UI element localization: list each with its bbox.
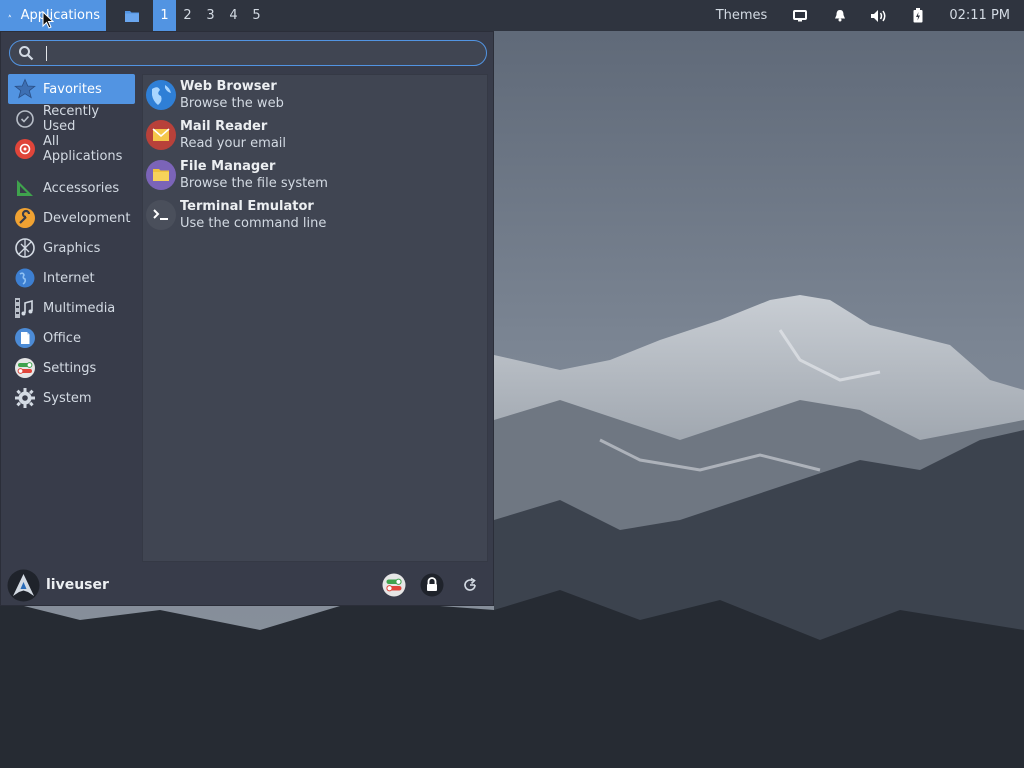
menu-footer: liveuser [1,564,493,606]
app-name: Web Browser [180,79,277,94]
favorites-star-icon [14,78,36,100]
terminal-icon [146,200,176,230]
category-office[interactable]: Office [8,323,135,353]
search-icon [19,46,34,61]
logout-button[interactable] [457,572,483,598]
file-manager-icon [146,160,176,190]
applications-menu: Favorites Recently Used All Applications [0,31,494,606]
app-description: Use the command line [180,216,327,231]
category-label: Recently Used [42,104,100,134]
category-label: Accessories [43,180,120,196]
graphics-icon [14,237,36,259]
battery-charging-icon [913,8,923,23]
workspace-5[interactable]: 5 [245,0,268,31]
session-actions [369,572,483,598]
category-label: Settings [43,360,97,376]
volume-tray-button[interactable] [861,0,897,31]
app-name: File Manager [180,159,276,174]
app-name: Terminal Emulator [180,199,314,214]
category-internet[interactable]: Internet [8,263,135,293]
category-all-applications[interactable]: All Applications [8,134,135,164]
app-description: Read your email [180,136,287,151]
system-gear-icon [14,387,36,409]
settings-manager-button[interactable] [381,572,407,598]
accessories-icon [14,177,36,199]
search-box[interactable] [9,40,487,66]
app-description: Browse the web [180,96,284,111]
category-settings[interactable]: Settings [8,353,135,383]
lock-screen-button[interactable] [419,572,445,598]
multimedia-icon [14,297,36,319]
display-icon [793,9,808,21]
recent-clock-icon [14,108,36,130]
workspace-1[interactable]: 1 [153,0,176,31]
workspace-3[interactable]: 3 [199,0,222,31]
category-label: All Applications [43,134,123,164]
themes-button[interactable]: Themes [702,0,782,31]
category-accessories[interactable]: Accessories [8,173,135,203]
mouse-pointer [42,11,54,29]
web-browser-icon [146,80,176,110]
refresh-logout-icon [464,577,476,591]
user-avatar[interactable] [7,569,40,602]
workspace-2[interactable]: 2 [176,0,199,31]
settings-icon [14,357,36,379]
text-cursor [46,46,47,61]
app-web-browser[interactable]: Web Browser Browse the web [143,75,487,115]
lock-icon [420,573,444,597]
category-recently-used[interactable]: Recently Used [8,104,135,134]
all-apps-icon [14,138,36,160]
battery-tray-button[interactable] [897,0,939,31]
desktop: Applications 1 2 3 4 5 Themes 02:11 PM F… [0,0,1024,768]
application-list: Web Browser Browse the web Mail Reader R… [142,74,488,562]
file-manager-launcher[interactable] [120,0,144,31]
mail-reader-icon [146,120,176,150]
category-favorites[interactable]: Favorites [8,74,135,104]
category-label: Favorites [43,81,102,97]
development-icon [14,207,36,229]
clock[interactable]: 02:11 PM [939,0,1024,31]
app-mail-reader[interactable]: Mail Reader Read your email [143,115,487,155]
category-label: Multimedia [43,300,116,316]
category-development[interactable]: Development [8,203,135,233]
category-graphics[interactable]: Graphics [8,233,135,263]
category-separator [8,164,135,173]
search-input[interactable] [36,42,486,64]
display-tray-button[interactable] [781,0,819,31]
app-file-manager[interactable]: File Manager Browse the file system [143,155,487,195]
volume-icon [871,9,886,22]
settings-toggle-icon [382,573,406,597]
category-multimedia[interactable]: Multimedia [8,293,135,323]
category-system[interactable]: System [8,383,135,413]
arch-logo-icon [8,13,12,18]
app-terminal-emulator[interactable]: Terminal Emulator Use the command line [143,195,487,235]
category-label: System [43,390,92,406]
office-icon [14,327,36,349]
category-label: Graphics [43,240,101,256]
category-list: Favorites Recently Used All Applications [8,74,135,413]
bell-icon [835,10,846,22]
workspace-switcher: 1 2 3 4 5 [153,0,268,31]
app-description: Browse the file system [180,176,328,191]
folder-icon [125,10,139,22]
username: liveuser [46,577,109,593]
notifications-tray-button[interactable] [819,0,861,31]
applications-label: Applications [20,8,100,23]
internet-icon [14,267,36,289]
category-label: Office [43,330,81,346]
category-label: Development [43,210,131,226]
panel-tray: Themes 02:11 PM [702,0,1024,31]
top-panel: Applications 1 2 3 4 5 Themes 02:11 PM [0,0,1024,31]
category-label: Internet [43,270,95,286]
workspace-4[interactable]: 4 [222,0,245,31]
app-name: Mail Reader [180,119,268,134]
